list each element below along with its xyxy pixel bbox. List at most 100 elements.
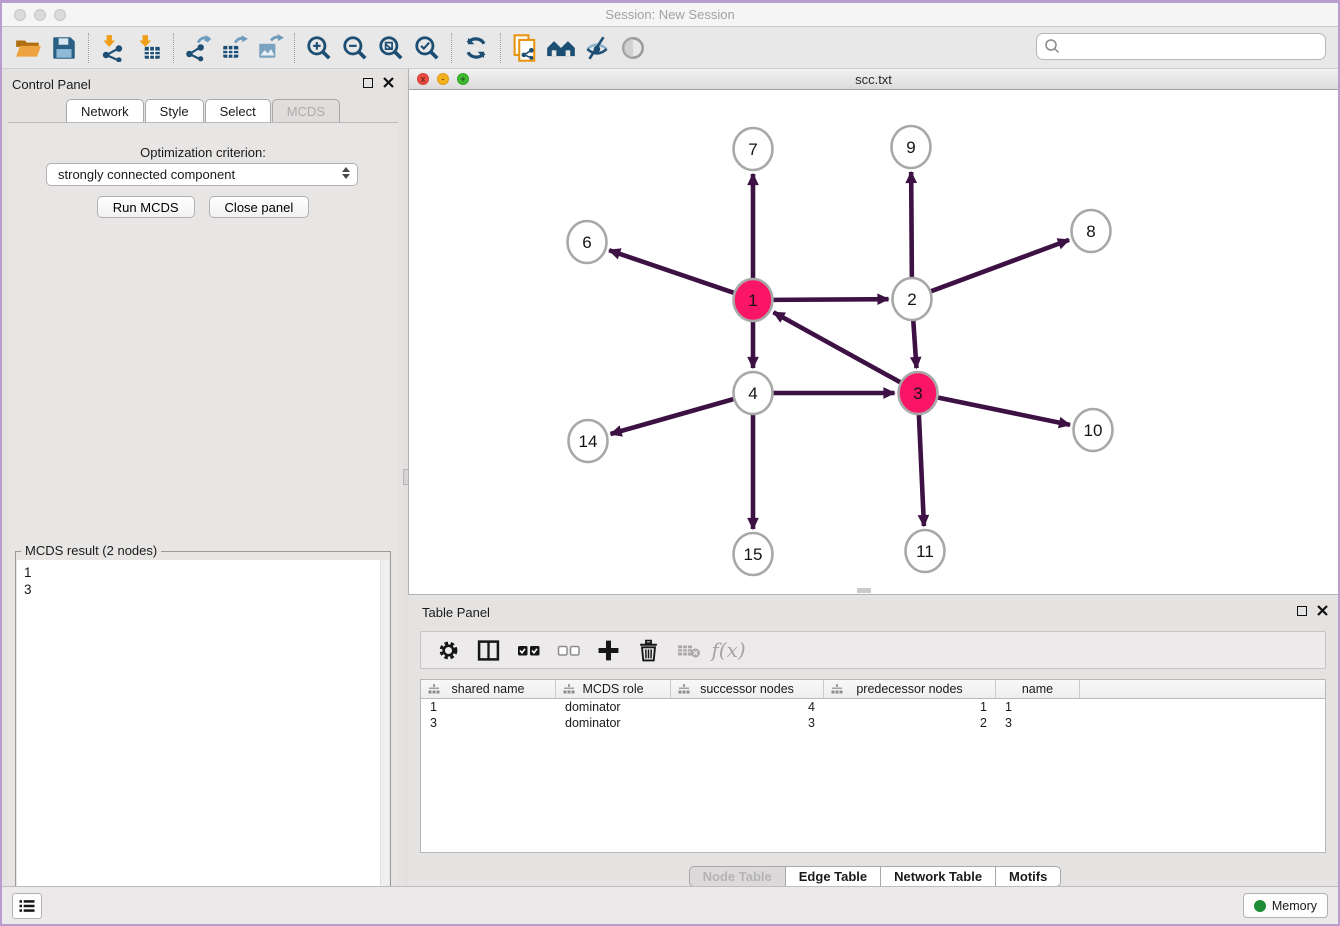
- table-panel: Table Panel: [408, 597, 1340, 891]
- save-session-icon[interactable]: [46, 31, 82, 65]
- tab-select[interactable]: Select: [205, 99, 271, 122]
- mcds-result-text[interactable]: 1 3: [17, 560, 380, 926]
- export-image-icon[interactable]: [252, 31, 288, 65]
- control-panel: Control Panel Network Style Select MCDS …: [2, 69, 404, 891]
- export-table-icon[interactable]: [216, 31, 252, 65]
- graph-node-label-7: 7: [748, 140, 757, 159]
- application-window: Session: New Session: [0, 0, 1340, 926]
- column-header-mcds-role[interactable]: MCDS role: [556, 680, 671, 698]
- main-toolbar: [2, 27, 1338, 69]
- export-network-icon[interactable]: [180, 31, 216, 65]
- table-toolbar: f(x): [420, 631, 1326, 669]
- show-all-icon[interactable]: [543, 31, 579, 65]
- graph-node-label-15: 15: [744, 545, 763, 564]
- search-icon: [1044, 38, 1061, 58]
- table-body: 1dominator4113dominator323: [421, 699, 1325, 731]
- graph-node-label-3: 3: [913, 384, 922, 403]
- memory-status-icon: [1254, 900, 1266, 912]
- hide-selected-eye-icon[interactable]: [579, 31, 615, 65]
- zoom-selected-icon[interactable]: [409, 31, 445, 65]
- unselect-all-columns-icon[interactable]: [555, 637, 582, 663]
- close-table-panel-icon[interactable]: [1317, 605, 1328, 616]
- zoom-in-icon[interactable]: [301, 31, 337, 65]
- select-stepper-icon: [342, 167, 350, 179]
- tab-network-table[interactable]: Network Table: [881, 866, 996, 887]
- criterion-select[interactable]: strongly connected component: [46, 163, 358, 186]
- table-header-row: shared name MCDS role successor nodes pr…: [421, 680, 1325, 699]
- graph-node-label-6: 6: [582, 233, 591, 252]
- graph-edge-3-10[interactable]: [937, 397, 1070, 424]
- select-all-columns-icon[interactable]: [515, 637, 542, 663]
- network-canvas[interactable]: 1234678910111415: [409, 90, 1337, 594]
- tab-network[interactable]: Network: [66, 99, 144, 122]
- network-window-titlebar[interactable]: x - + scc.txt: [409, 69, 1338, 90]
- list-icon: [17, 896, 37, 916]
- column-header-predecessor-nodes[interactable]: predecessor nodes: [824, 680, 996, 698]
- column-header-successor-nodes[interactable]: successor nodes: [671, 680, 824, 698]
- mcds-result-group: MCDS result (2 nodes) 1 3: [15, 551, 391, 926]
- control-panel-tabs: Network Style Select MCDS: [2, 99, 404, 122]
- search-box: [1036, 33, 1326, 60]
- node-table: shared name MCDS role successor nodes pr…: [420, 679, 1326, 853]
- import-table-icon[interactable]: [131, 31, 167, 65]
- task-history-button[interactable]: [12, 893, 42, 919]
- graph-node-label-4: 4: [748, 384, 757, 403]
- tab-style[interactable]: Style: [145, 99, 204, 122]
- result-scrollbar[interactable]: [380, 560, 389, 926]
- mcds-result-title: MCDS result (2 nodes): [21, 543, 161, 558]
- session-title: Session: New Session: [2, 7, 1338, 22]
- table-settings-gear-icon[interactable]: [435, 637, 462, 663]
- network-view-window: x - + scc.txt 1234678910111415: [408, 69, 1338, 595]
- optimization-criterion-label: Optimization criterion:: [8, 145, 398, 160]
- status-bar: Memory: [2, 886, 1338, 924]
- control-panel-title: Control Panel: [12, 77, 91, 92]
- float-panel-icon[interactable]: [363, 78, 373, 88]
- create-column-icon[interactable]: [595, 637, 622, 663]
- delete-column-trash-icon[interactable]: [635, 637, 662, 663]
- tab-mcds[interactable]: MCDS: [272, 99, 340, 122]
- memory-button[interactable]: Memory: [1243, 893, 1328, 918]
- refresh-view-icon[interactable]: [458, 31, 494, 65]
- graph-node-label-10: 10: [1084, 421, 1103, 440]
- graph-edge-1-6[interactable]: [609, 250, 734, 293]
- search-input[interactable]: [1036, 33, 1326, 60]
- tab-motifs[interactable]: Motifs: [996, 866, 1061, 887]
- graph-node-label-8: 8: [1086, 222, 1095, 241]
- float-table-panel-icon[interactable]: [1297, 606, 1307, 616]
- open-session-icon[interactable]: [10, 31, 46, 65]
- graph-node-label-2: 2: [907, 290, 916, 309]
- column-header-shared-name[interactable]: shared name: [421, 680, 556, 698]
- graph-edge-3-11[interactable]: [919, 414, 924, 526]
- graph-edge-2-8[interactable]: [930, 240, 1069, 292]
- graph-node-label-14: 14: [579, 432, 598, 451]
- horizontal-scroll-nub[interactable]: [857, 588, 871, 593]
- graph-edge-2-9[interactable]: [911, 172, 912, 278]
- create-network-from-selection-icon[interactable]: [507, 31, 543, 65]
- tab-edge-table[interactable]: Edge Table: [786, 866, 881, 887]
- mcds-panel: Optimization criterion: strongly connect…: [8, 122, 398, 885]
- zoom-out-icon[interactable]: [337, 31, 373, 65]
- import-network-icon[interactable]: [95, 31, 131, 65]
- table-row[interactable]: 1dominator411: [421, 699, 1325, 715]
- delete-table-icon-disabled: [675, 637, 702, 663]
- graph-edge-2-3[interactable]: [913, 320, 916, 368]
- table-row[interactable]: 3dominator323: [421, 715, 1325, 731]
- graph-node-label-1: 1: [748, 291, 757, 310]
- graph-edge-1-2[interactable]: [772, 299, 888, 300]
- visibility-disabled-icon: [615, 31, 651, 65]
- graph-node-label-11: 11: [916, 542, 934, 561]
- close-panel-icon[interactable]: [383, 77, 394, 88]
- table-panel-title: Table Panel: [422, 605, 490, 620]
- table-tabs: Node Table Edge Table Network Table Moti…: [408, 866, 1340, 887]
- fit-content-icon[interactable]: [373, 31, 409, 65]
- function-builder-icon-disabled: f(x): [715, 637, 742, 663]
- run-mcds-button[interactable]: Run MCDS: [97, 196, 195, 218]
- graph-edge-4-14[interactable]: [611, 399, 735, 434]
- window-titlebar: Session: New Session: [2, 3, 1338, 27]
- column-header-name[interactable]: name: [996, 680, 1080, 698]
- graph-edge-3-1[interactable]: [773, 312, 901, 382]
- show-column-icon[interactable]: [475, 637, 502, 663]
- tab-node-table[interactable]: Node Table: [689, 866, 786, 887]
- criterion-selected-value: strongly connected component: [58, 167, 235, 182]
- close-panel-button[interactable]: Close panel: [209, 196, 310, 218]
